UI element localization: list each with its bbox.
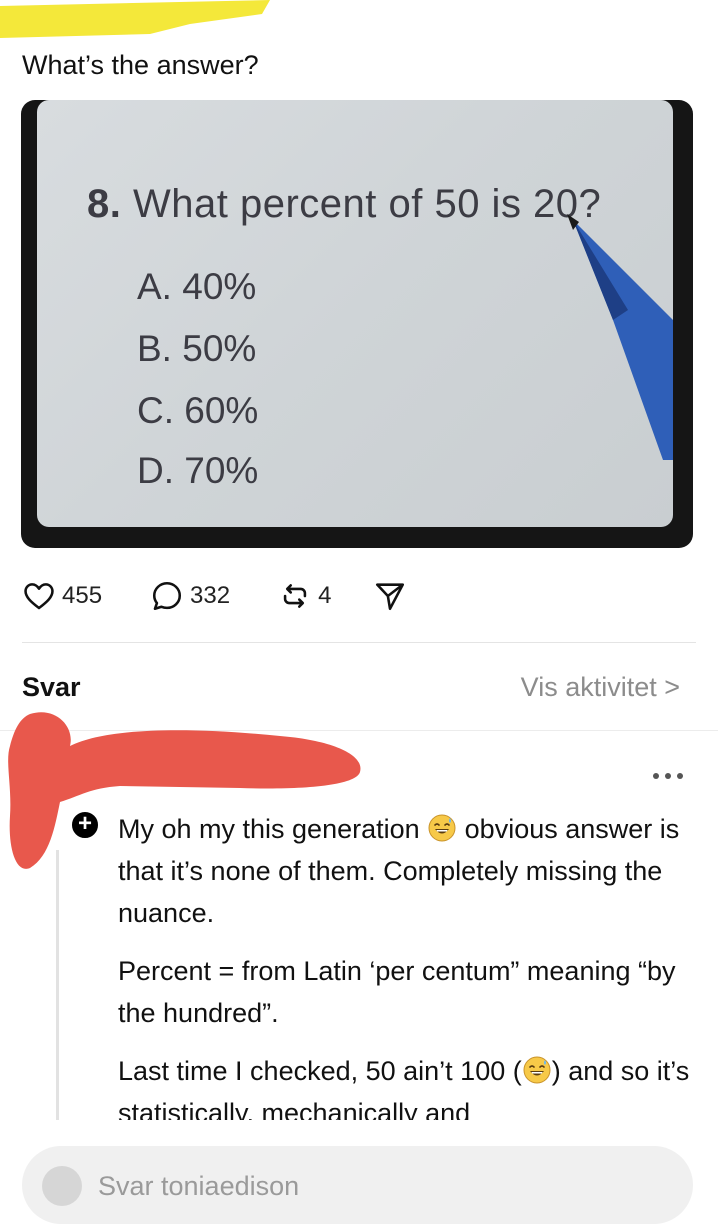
- post-actions-bar: 455 332 4: [22, 578, 455, 614]
- quiz-option-c: C. 60%: [137, 390, 259, 431]
- quiz-option-d: D. 70%: [137, 450, 259, 491]
- grinning-sweat-emoji-icon: [428, 814, 456, 842]
- like-button[interactable]: 455: [22, 579, 102, 613]
- divider: [22, 642, 696, 643]
- repost-icon: [283, 584, 307, 608]
- replies-heading: Svar: [22, 672, 81, 702]
- question-text: What percent of 50 is 20?: [121, 182, 602, 226]
- reply-text-segment: My oh my this generation: [118, 814, 428, 844]
- share-button[interactable]: [373, 579, 407, 613]
- thread-line: [56, 850, 59, 1120]
- follow-plus-icon[interactable]: +: [70, 810, 100, 840]
- reply-paragraph: Last time I checked, 50 ain’t 100 () and…: [118, 1050, 703, 1120]
- like-count: 455: [62, 582, 103, 609]
- repost-count: 4: [318, 582, 332, 609]
- send-paper-plane-icon: [376, 583, 405, 611]
- comment-bubble-icon: [153, 581, 182, 611]
- view-activity-link[interactable]: Vis aktivitet >: [521, 672, 680, 703]
- more-options-icon[interactable]: [650, 766, 686, 786]
- quiz-option-a: A. 40%: [137, 266, 257, 307]
- reply-text: My oh my this generation obvious answer …: [118, 808, 703, 1120]
- post-text: What’s the answer?: [22, 50, 259, 80]
- question-number: 8.: [87, 182, 122, 226]
- quiz-option-b: B. 50%: [137, 328, 257, 369]
- comment-button[interactable]: 332: [150, 579, 230, 613]
- grinning-sweat-emoji-icon: [523, 1056, 551, 1084]
- quiz-photo: 8. What percent of 50 is 20? A. 40% B. 5…: [37, 100, 673, 527]
- quiz-question: 8. What percent of 50 is 20?: [87, 182, 601, 227]
- reply-paragraph: My oh my this generation obvious answer …: [118, 808, 703, 934]
- avatar: [42, 1166, 82, 1206]
- comment-count: 332: [190, 582, 231, 609]
- reply-composer[interactable]: [22, 1146, 693, 1224]
- reply-paragraph: Percent = from Latin ‘per centum” meanin…: [118, 956, 676, 1028]
- heart-icon: [24, 583, 54, 610]
- pen-tip-image: [567, 214, 673, 460]
- repost-button[interactable]: 4: [278, 579, 331, 613]
- post-image[interactable]: 8. What percent of 50 is 20? A. 40% B. 5…: [21, 100, 693, 548]
- reply-text-segment: Last time I checked, 50 ain’t 100 (: [118, 1056, 522, 1086]
- yellow-redaction-scribble: [0, 0, 270, 38]
- reply-input[interactable]: [98, 1166, 658, 1206]
